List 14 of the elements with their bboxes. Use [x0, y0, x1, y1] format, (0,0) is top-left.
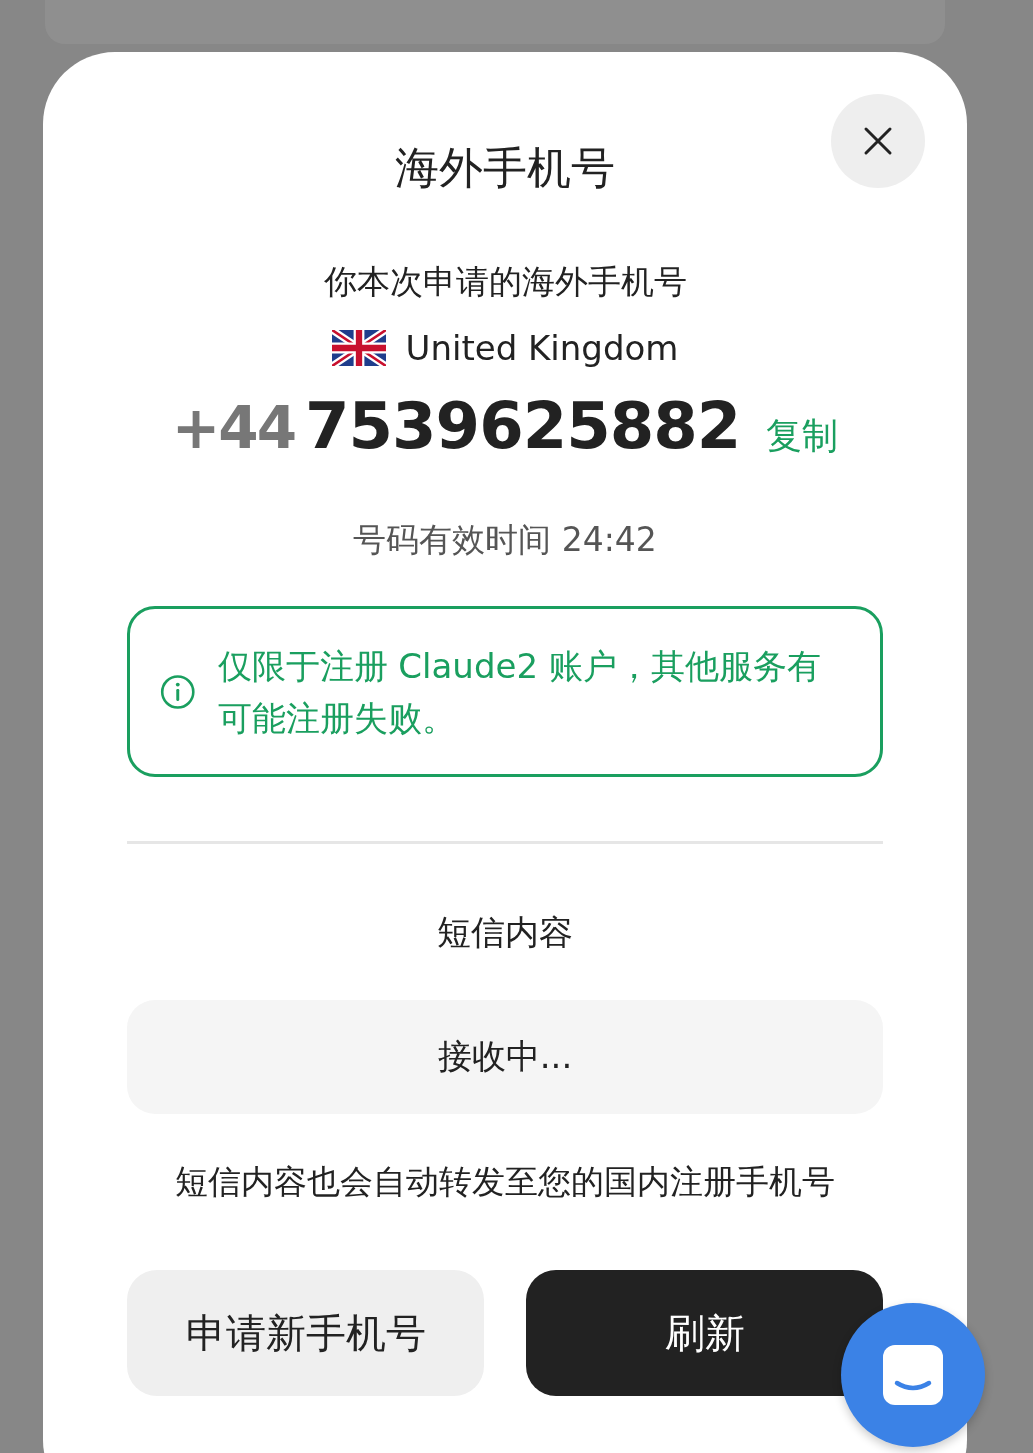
forward-note: 短信内容也会自动转发至您的国内注册手机号	[175, 1161, 835, 1203]
notice-text: 仅限于注册 Claude2 账户，其他服务有可能注册失败。	[217, 644, 822, 740]
close-icon	[863, 126, 893, 156]
dialog-title: 海外手机号	[395, 141, 615, 195]
subtitle: 你本次申请的海外手机号	[323, 261, 687, 303]
phone-number: 7539625882	[305, 388, 741, 465]
flag-icon	[331, 330, 386, 366]
validity-text: 号码有效时间 24:42	[353, 519, 657, 561]
country-name: United Kingdom	[405, 327, 679, 370]
section-heading: 短信内容	[437, 911, 573, 954]
status-text: 接收中...	[437, 1035, 573, 1078]
action-button[interactable]: 申请新手机号	[127, 1270, 484, 1396]
country-code: +44	[171, 393, 295, 464]
action-button[interactable]: 刷新	[526, 1270, 883, 1396]
